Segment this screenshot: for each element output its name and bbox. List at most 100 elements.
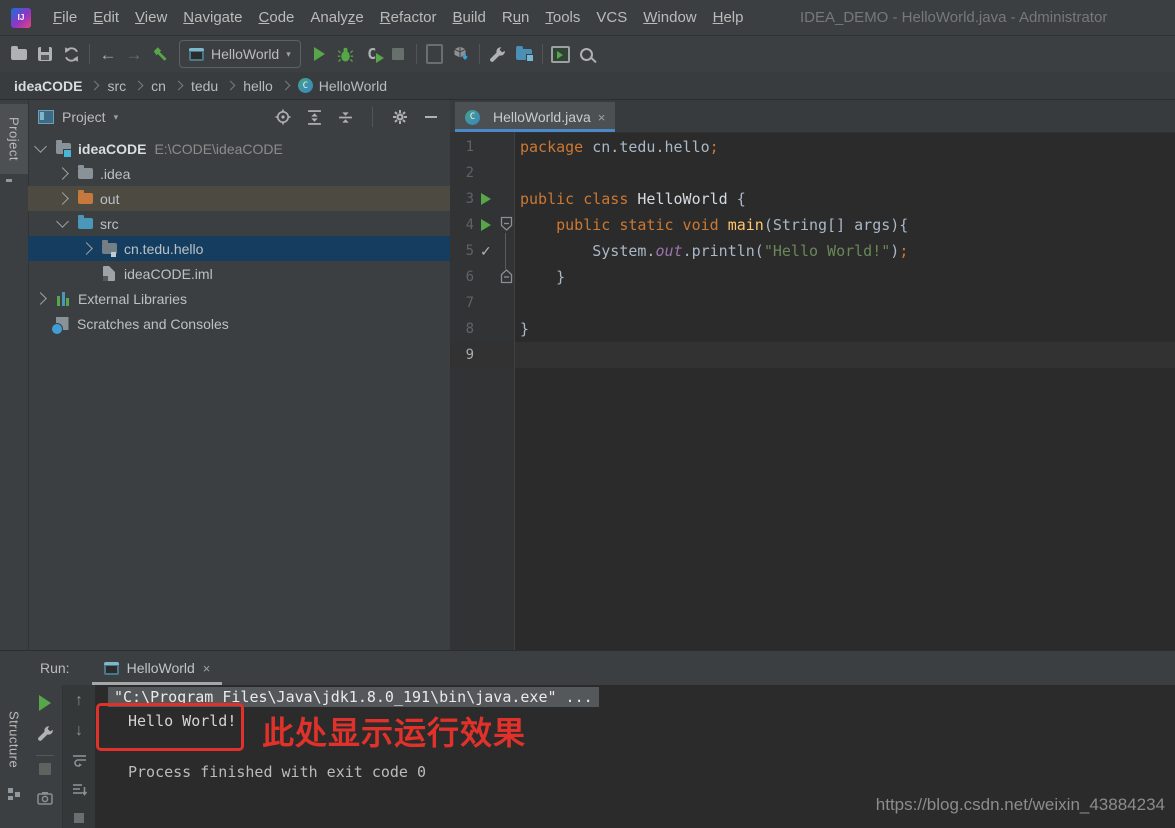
forward-icon[interactable]: → xyxy=(121,41,147,67)
tree-row-package[interactable]: cn.tedu.hello xyxy=(28,236,450,261)
line-number-current: 9 xyxy=(450,342,474,368)
rerun-icon[interactable] xyxy=(28,695,62,711)
stop-icon[interactable] xyxy=(385,41,411,67)
toolbar-separator xyxy=(372,107,373,127)
run-with-coverage-icon[interactable]: C xyxy=(359,41,385,67)
save-icon[interactable] xyxy=(32,41,58,67)
run-class-gutter-icon[interactable] xyxy=(481,193,491,205)
locate-icon[interactable] xyxy=(274,108,292,126)
menu-run[interactable]: Run xyxy=(494,9,538,26)
fold-start-icon[interactable] xyxy=(500,216,513,232)
attach-device-icon[interactable] xyxy=(422,41,448,67)
breadcrumb-cn[interactable]: cn xyxy=(151,78,166,94)
menu-help[interactable]: Help xyxy=(705,9,752,26)
tree-row-iml-file[interactable]: ideaCODE.iml xyxy=(28,261,450,286)
debug-icon[interactable] xyxy=(333,41,359,67)
menu-build[interactable]: Build xyxy=(444,9,493,26)
expand-all-icon[interactable] xyxy=(305,108,323,126)
down-arrow-icon[interactable]: ↓ xyxy=(63,723,95,739)
run-panel-header: Run: HelloWorld × xyxy=(28,651,1175,685)
menu-view[interactable]: View xyxy=(127,9,175,26)
menu-code[interactable]: Code xyxy=(251,9,303,26)
build-hammer-icon[interactable] xyxy=(147,41,173,67)
breadcrumb-helloworld[interactable]: HelloWorld xyxy=(319,78,387,94)
settings-wrench-icon[interactable] xyxy=(485,41,511,67)
gutter-check-icon[interactable]: ✓ xyxy=(480,238,494,264)
breadcrumb-tedu[interactable]: tedu xyxy=(191,78,218,94)
search-everywhere-icon[interactable] xyxy=(574,41,600,67)
tree-row-src-folder[interactable]: src xyxy=(28,211,450,236)
project-panel-title[interactable]: Project xyxy=(62,109,106,125)
collapse-all-icon[interactable] xyxy=(336,108,354,126)
annotation-red-box xyxy=(96,703,244,751)
sync-icon[interactable] xyxy=(58,41,84,67)
project-panel-header: Project ▾ xyxy=(28,100,450,134)
editor-tab-helloworld[interactable]: C HelloWorld.java × xyxy=(455,102,615,132)
chevron-right-icon xyxy=(226,81,236,91)
menu-window[interactable]: Window xyxy=(635,9,704,26)
dump-threads-icon[interactable] xyxy=(28,791,62,805)
scroll-to-end-icon[interactable] xyxy=(63,783,95,797)
menu-navigate[interactable]: Navigate xyxy=(175,9,250,26)
soft-wrap-icon[interactable] xyxy=(63,753,95,767)
chevron-right-icon xyxy=(173,81,183,91)
hide-panel-icon[interactable] xyxy=(422,108,440,126)
chevron-down-icon: ▾ xyxy=(286,49,291,60)
code-line-4[interactable]: public static void main(String[] args){ xyxy=(520,212,908,238)
tree-row-out-folder[interactable]: out xyxy=(28,186,450,211)
up-arrow-icon[interactable]: ↑ xyxy=(63,693,95,709)
line-number: 7 xyxy=(450,290,474,316)
folder-icon xyxy=(77,166,93,182)
run-anything-icon[interactable] xyxy=(548,41,574,67)
run-configuration-select[interactable]: HelloWorld ▾ xyxy=(179,40,301,68)
chevron-right-icon[interactable] xyxy=(56,167,69,180)
code-line-3[interactable]: public class HelloWorld { xyxy=(520,186,746,212)
tree-row-ideacode-root[interactable]: ideaCODE E:\CODE\ideaCODE xyxy=(28,136,450,161)
open-icon[interactable] xyxy=(6,41,32,67)
tree-row-scratches[interactable]: Scratches and Consoles xyxy=(28,311,450,336)
gear-icon[interactable] xyxy=(391,108,409,126)
chevron-right-icon[interactable] xyxy=(34,292,47,305)
chevron-right-icon xyxy=(280,81,290,91)
code-line-1[interactable]: package cn.tedu.hello; xyxy=(520,134,719,160)
stripe-button-project[interactable]: Project xyxy=(0,104,28,174)
breadcrumb-src[interactable]: src xyxy=(107,78,126,94)
stop-icon[interactable] xyxy=(28,763,62,775)
source-folder-icon xyxy=(77,216,93,232)
menu-tools[interactable]: Tools xyxy=(537,9,588,26)
menu-file[interactable]: File xyxy=(45,9,85,26)
tree-row-idea-folder[interactable]: .idea xyxy=(28,161,450,186)
run-tab-helloworld[interactable]: HelloWorld × xyxy=(92,651,223,685)
project-structure-icon[interactable] xyxy=(511,41,537,67)
clear-console-icon[interactable] xyxy=(63,813,95,823)
back-icon[interactable]: ← xyxy=(95,41,121,67)
chevron-down-icon[interactable]: ▾ xyxy=(114,112,119,123)
tree-row-external-libraries[interactable]: External Libraries xyxy=(28,286,450,311)
artifact-cube-icon[interactable] xyxy=(448,41,474,67)
stripe-button-structure[interactable]: Structure xyxy=(0,700,28,780)
code-line-5[interactable]: System.out.println("Hello World!"); xyxy=(520,238,908,264)
run-icon[interactable] xyxy=(307,41,333,67)
chevron-down-icon[interactable] xyxy=(56,215,69,228)
run-main-gutter-icon[interactable] xyxy=(481,219,491,231)
close-icon[interactable]: × xyxy=(203,661,211,676)
menu-analyze[interactable]: Analyze xyxy=(302,9,371,26)
chevron-down-icon[interactable] xyxy=(34,140,47,153)
code-line-8[interactable]: } xyxy=(520,316,529,342)
fold-end-icon[interactable] xyxy=(500,268,513,284)
gutter-divider xyxy=(514,132,515,650)
toolbar-divider xyxy=(36,755,54,756)
menu-edit[interactable]: Edit xyxy=(85,9,127,26)
console-process-finished[interactable]: Process finished with exit code 0 xyxy=(128,763,426,781)
editor-area[interactable] xyxy=(450,100,1175,650)
breadcrumb-hello[interactable]: hello xyxy=(243,78,273,94)
menu-refactor[interactable]: Refactor xyxy=(372,9,445,26)
edit-configuration-wrench-icon[interactable] xyxy=(28,725,62,742)
breadcrumb-project[interactable]: ideaCODE xyxy=(14,78,82,94)
code-line-6[interactable]: } xyxy=(520,264,565,290)
chevron-right-icon[interactable] xyxy=(56,192,69,205)
close-icon[interactable]: × xyxy=(598,110,606,125)
chevron-right-icon[interactable] xyxy=(80,242,93,255)
menu-vcs[interactable]: VCS xyxy=(588,9,635,26)
line-number: 3 xyxy=(450,186,474,212)
